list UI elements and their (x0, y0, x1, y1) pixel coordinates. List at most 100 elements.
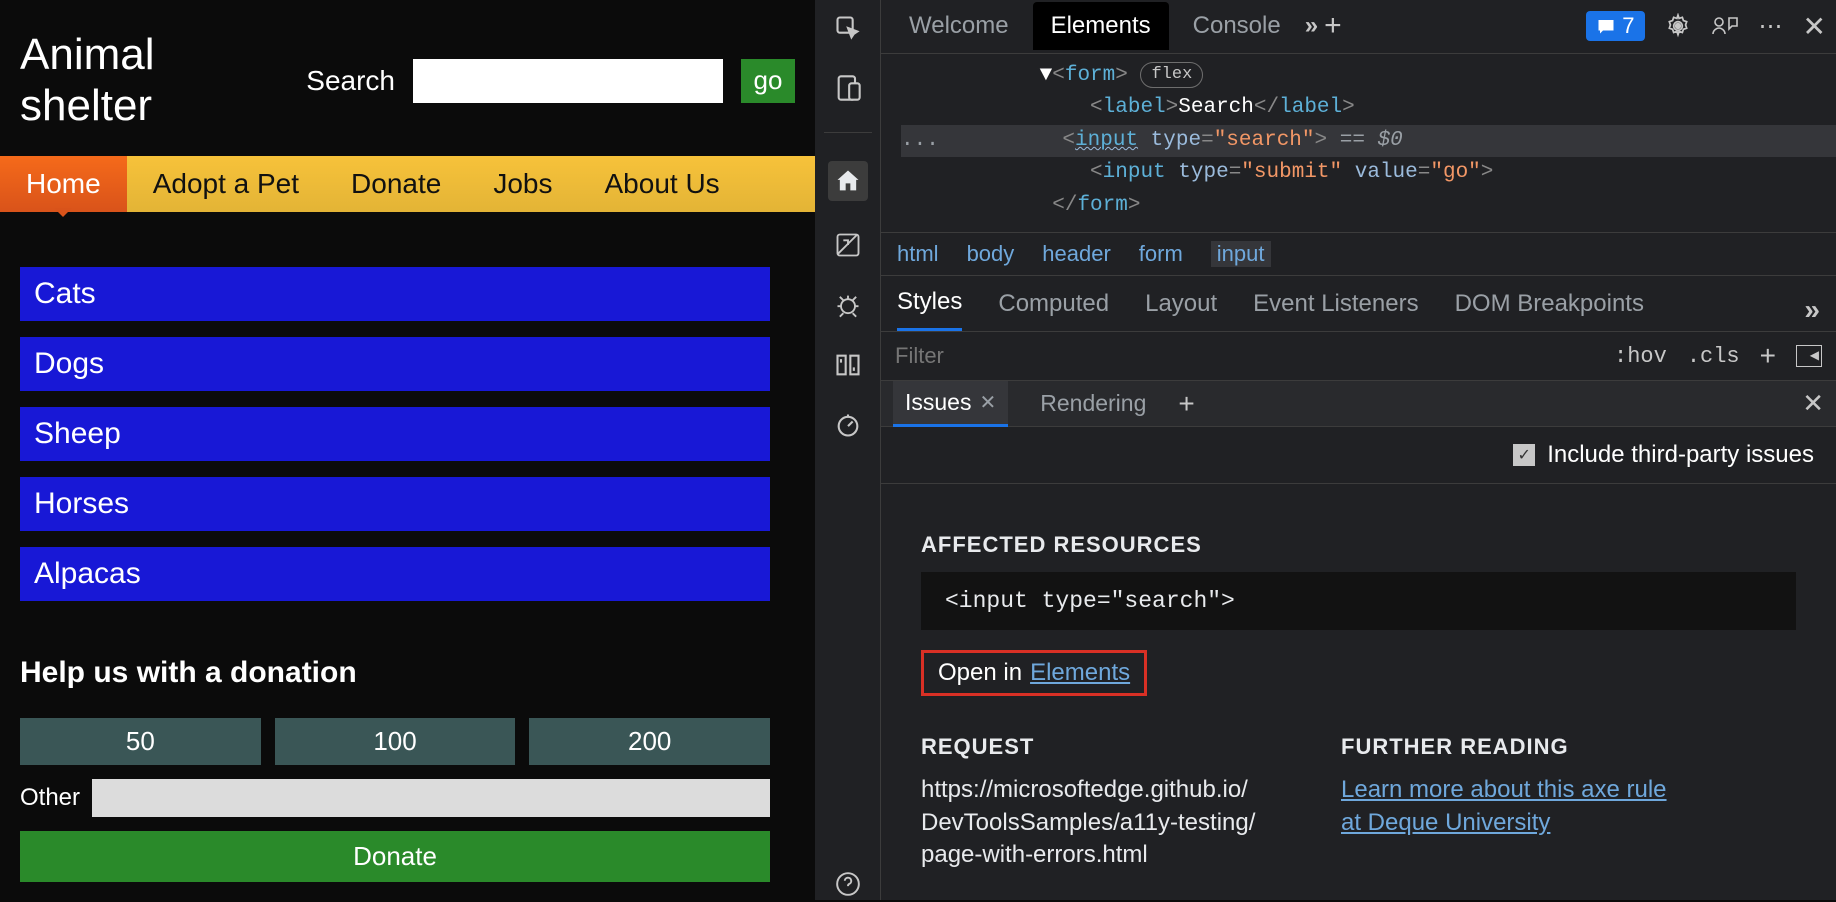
donation-other-label: Other (20, 784, 80, 812)
search-go-button[interactable]: go (741, 59, 795, 103)
issues-body: AFFECTED RESOURCES <input type="search">… (881, 484, 1836, 900)
dom-label-close: label (1279, 96, 1342, 119)
animal-dogs[interactable]: Dogs (20, 337, 770, 391)
tab-event-listeners[interactable]: Event Listeners (1253, 290, 1418, 330)
include-third-party-label: Include third-party issues (1547, 441, 1814, 469)
amount-100[interactable]: 100 (275, 718, 516, 765)
hov-toggle[interactable]: :hov (1614, 344, 1667, 369)
main-nav: Home Adopt a Pet Donate Jobs About Us (0, 156, 815, 212)
animal-sheep[interactable]: Sheep (20, 407, 770, 461)
donation-section: Help us with a donation 50 100 200 Other… (20, 656, 795, 882)
crumb-form[interactable]: form (1139, 241, 1183, 267)
device-icon[interactable] (832, 72, 864, 104)
dom-attr-type: type (1151, 129, 1201, 152)
dom-eq0: == $0 (1327, 129, 1403, 152)
donate-button[interactable]: Donate (20, 831, 770, 882)
issues-count: 7 (1622, 13, 1634, 39)
tab-issues-label: Issues (905, 389, 971, 416)
home-icon[interactable] (828, 161, 868, 201)
close-issues-icon[interactable]: ✕ (979, 390, 996, 415)
dom-label-open: label (1103, 96, 1166, 119)
amount-50[interactable]: 50 (20, 718, 261, 765)
dom-tree[interactable]: ▼<form> flex <label>Search</label> ... <… (881, 54, 1836, 233)
rendered-page: Animal shelter Search go Home Adopt a Pe… (0, 0, 815, 900)
devtools-tabs: Welcome Elements Console » + 7 ⋯ ✕ (881, 0, 1836, 54)
tab-elements[interactable]: Elements (1033, 2, 1169, 50)
issues-badge[interactable]: 7 (1586, 11, 1644, 41)
tab-dom-breakpoints[interactable]: DOM Breakpoints (1455, 290, 1644, 330)
donation-amounts: 50 100 200 (20, 718, 770, 765)
styles-filter-row: :hov .cls + (881, 332, 1836, 381)
further-reading-link[interactable]: Learn more about this axe rule at Deque … (1341, 774, 1681, 839)
crumb-body[interactable]: body (967, 241, 1015, 267)
page-header: Animal shelter Search go (0, 0, 815, 156)
dom-breadcrumb: html body header form input (881, 232, 1836, 276)
nav-donate[interactable]: Donate (325, 156, 467, 212)
request-title: REQUEST (921, 734, 1261, 760)
donation-other-input[interactable] (92, 779, 770, 817)
new-style-icon[interactable]: + (1760, 340, 1776, 372)
dom-attr-submit: "submit" (1241, 161, 1342, 184)
dom-attr-go: "go" (1430, 161, 1480, 184)
dom-attr-value: value (1355, 161, 1418, 184)
settings-icon[interactable] (1665, 13, 1691, 39)
network-icon[interactable] (832, 349, 864, 381)
styles-tabs: Styles Computed Layout Event Listeners D… (881, 276, 1836, 332)
animal-horses[interactable]: Horses (20, 477, 770, 531)
styles-filter-input[interactable] (895, 343, 1594, 369)
further-reading-title: FURTHER READING (1341, 734, 1681, 760)
animal-alpacas[interactable]: Alpacas (20, 547, 770, 601)
crumb-input[interactable]: input (1211, 241, 1271, 267)
tab-styles[interactable]: Styles (897, 288, 962, 331)
search-input[interactable] (413, 59, 723, 103)
flex-badge[interactable]: flex (1140, 62, 1203, 88)
include-third-party-checkbox[interactable]: ✓ (1513, 444, 1535, 466)
dom-selected-line[interactable]: ... <input type="search"> == $0 (901, 125, 1836, 158)
open-in-elements[interactable]: Open in Elements (921, 650, 1147, 696)
tab-rendering[interactable]: Rendering (1036, 382, 1150, 425)
include-third-party-row: ✓ Include third-party issues (881, 427, 1836, 484)
open-in-label: Open in (938, 659, 1022, 687)
styles-more-icon[interactable]: » (1804, 294, 1820, 326)
devtools-panel: Welcome Elements Console » + 7 ⋯ ✕ (815, 0, 1836, 900)
tab-issues[interactable]: Issues ✕ (893, 381, 1008, 427)
dom-form-tag: form (1065, 64, 1115, 87)
animal-cats[interactable]: Cats (20, 267, 770, 321)
toggle-sidebar-icon[interactable] (1796, 345, 1822, 367)
feedback-icon[interactable] (1711, 13, 1739, 39)
amount-200[interactable]: 200 (529, 718, 770, 765)
dom-form-close: form (1077, 194, 1127, 217)
request-url: https://microsoftedge.github.io/DevTools… (921, 774, 1261, 871)
search-form: Search go (306, 59, 795, 103)
close-devtools-icon[interactable]: ✕ (1803, 10, 1826, 43)
nav-about[interactable]: About Us (579, 156, 746, 212)
nav-adopt[interactable]: Adopt a Pet (127, 156, 325, 212)
help-icon[interactable] (832, 868, 864, 900)
more-icon[interactable]: ⋯ (1759, 12, 1783, 41)
nav-home[interactable]: Home (0, 156, 127, 212)
dom-attr-type2: type (1178, 161, 1228, 184)
affected-resource-code: <input type="search"> (921, 572, 1796, 630)
add-drawer-tab-icon[interactable]: + (1178, 388, 1194, 420)
search-label: Search (306, 65, 395, 97)
tab-layout[interactable]: Layout (1145, 290, 1217, 330)
cls-toggle[interactable]: .cls (1687, 344, 1740, 369)
close-drawer-icon[interactable]: ✕ (1802, 388, 1824, 419)
crumb-html[interactable]: html (897, 241, 939, 267)
tab-console[interactable]: Console (1175, 2, 1299, 50)
site-title: Animal shelter (20, 30, 220, 131)
open-in-link[interactable]: Elements (1030, 659, 1130, 687)
nav-jobs[interactable]: Jobs (467, 156, 578, 212)
page-content: Cats Dogs Sheep Horses Alpacas Help us w… (0, 212, 815, 902)
tab-welcome[interactable]: Welcome (891, 2, 1027, 50)
3d-view-icon[interactable] (832, 229, 864, 261)
tab-computed[interactable]: Computed (998, 290, 1109, 330)
performance-icon[interactable] (832, 409, 864, 441)
dom-input2-tag: input (1103, 161, 1166, 184)
inspect-icon[interactable] (832, 12, 864, 44)
rail-divider (824, 132, 872, 133)
add-tab-icon[interactable]: + (1324, 9, 1342, 43)
crumb-header[interactable]: header (1042, 241, 1111, 267)
more-tabs-icon[interactable]: » (1305, 12, 1318, 40)
bug-icon[interactable] (832, 289, 864, 321)
